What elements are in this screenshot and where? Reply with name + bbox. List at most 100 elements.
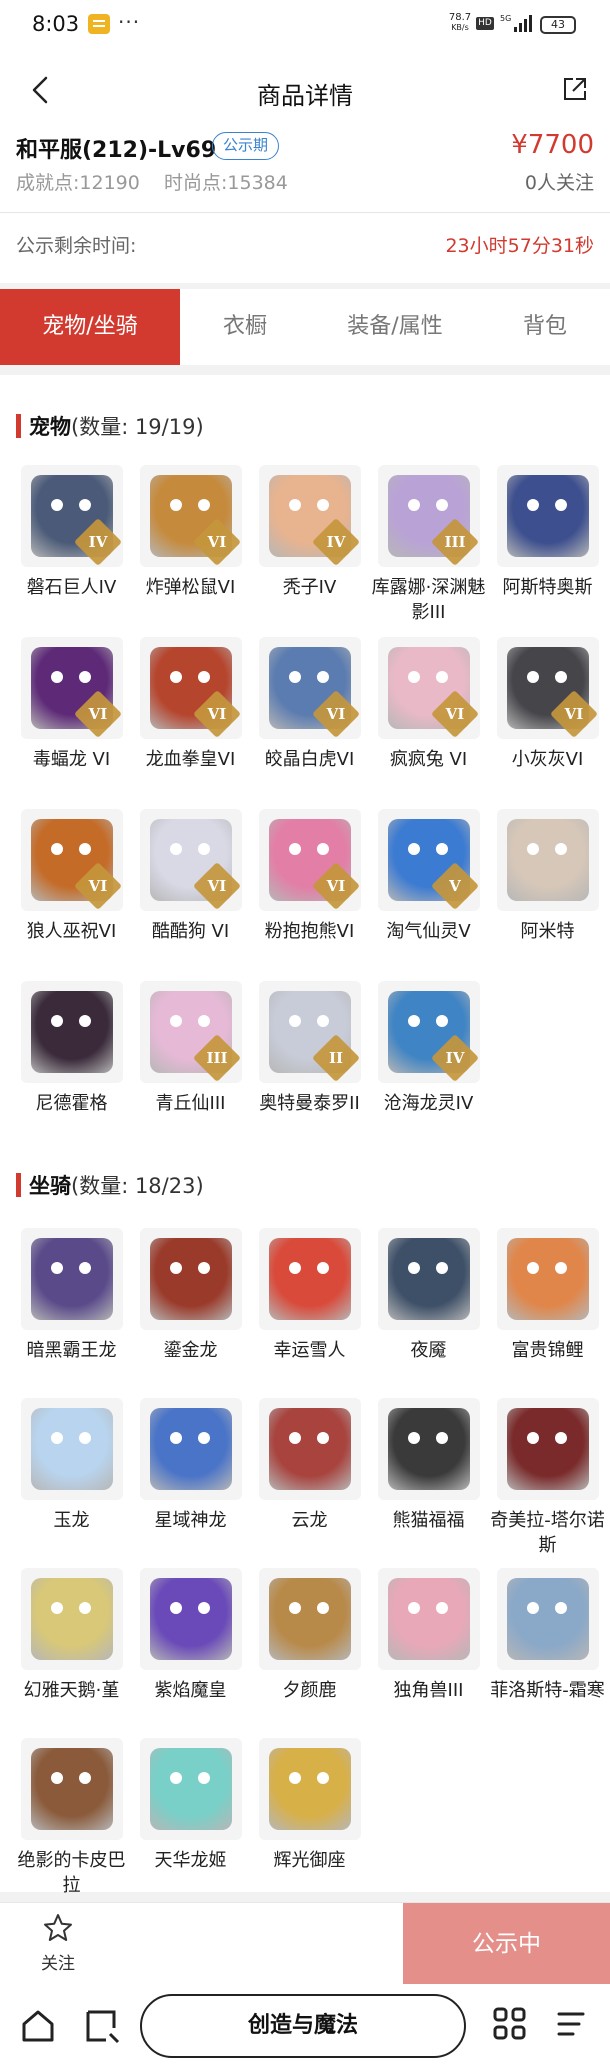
tab-pets-mounts[interactable]: 宠物/坐骑 bbox=[0, 289, 180, 365]
share-icon[interactable] bbox=[562, 76, 588, 102]
eye-highlight bbox=[169, 499, 182, 511]
pet-name: 阿米特 bbox=[520, 921, 575, 942]
eye-highlight bbox=[78, 671, 91, 683]
pet-image: IV bbox=[377, 981, 480, 1083]
network-type: 5G bbox=[500, 14, 511, 23]
eye-highlight bbox=[169, 1015, 182, 1027]
eye-highlight bbox=[78, 499, 91, 511]
pet-card[interactable]: 阿斯特奥斯 bbox=[488, 465, 607, 600]
pet-name: 淘气仙灵V bbox=[386, 921, 471, 942]
apps-grid-icon[interactable] bbox=[492, 2006, 528, 2042]
mount-card[interactable]: 独角兽III bbox=[369, 1568, 488, 1703]
tier-label: III bbox=[443, 533, 466, 551]
pet-image: VI bbox=[139, 637, 242, 739]
pet-card[interactable]: VI 酷酷狗 VI bbox=[131, 809, 250, 944]
pet-card[interactable]: IV 秃子IV bbox=[250, 465, 369, 600]
tab-wardrobe[interactable]: 衣橱 bbox=[180, 289, 310, 365]
pet-card[interactable]: VI 狼人巫祝VI bbox=[12, 809, 131, 944]
eye-highlight bbox=[197, 499, 210, 511]
pet-card[interactable]: VI 粉抱抱熊VI bbox=[250, 809, 369, 944]
net-speed-unit: KB/s bbox=[451, 23, 469, 32]
eye-highlight bbox=[316, 671, 329, 683]
mount-card[interactable]: 云龙 bbox=[250, 1398, 369, 1533]
mount-card[interactable]: 玉龙 bbox=[12, 1398, 131, 1533]
mounts-count: (数量: 18/23) bbox=[71, 1174, 204, 1198]
creature-art bbox=[268, 1238, 351, 1320]
mount-name: 富贵锦鲤 bbox=[511, 1340, 584, 1361]
tier-badge: VI bbox=[192, 689, 241, 739]
mounts-section: 坐骑(数量: 18/23) 暗黑霸王龙 鎏金龙 幸运雪人 夜魇 富贵锦鲤玉龙 星域神龙 云龙… bbox=[0, 1140, 610, 1896]
screenshot-icon[interactable] bbox=[84, 2006, 122, 2046]
pet-image: II bbox=[258, 981, 361, 1083]
pet-card[interactable]: II 奥特曼泰罗II bbox=[250, 981, 369, 1116]
pet-card[interactable]: VI 毒蝠龙 VI bbox=[12, 637, 131, 772]
tier-label: VI bbox=[207, 533, 226, 551]
menu-icon[interactable] bbox=[555, 2008, 587, 2040]
eye-highlight bbox=[169, 1262, 182, 1274]
eye-highlight bbox=[78, 1262, 91, 1274]
status-time: 8:03 bbox=[32, 12, 80, 36]
eye-highlight bbox=[435, 843, 448, 855]
pet-card[interactable]: V 淘气仙灵V bbox=[369, 809, 488, 944]
mount-name: 紫焰魔皇 bbox=[154, 1680, 227, 1701]
mount-card[interactable]: 鎏金龙 bbox=[131, 1228, 250, 1363]
mount-card[interactable]: 幻雅天鹅·堇 bbox=[12, 1568, 131, 1703]
eye-highlight bbox=[197, 1262, 210, 1274]
countdown-label: 公示剩余时间: bbox=[16, 235, 137, 257]
pet-name: 龙血拳皇VI bbox=[145, 749, 236, 770]
mount-card[interactable]: 富贵锦鲤 bbox=[488, 1228, 607, 1363]
mount-card[interactable]: 菲洛斯特-霜寒 bbox=[488, 1568, 607, 1703]
pet-card[interactable]: 尼德霍格 bbox=[12, 981, 131, 1116]
mount-card[interactable]: 熊猫福福 bbox=[369, 1398, 488, 1533]
mount-card[interactable]: 奇美拉-塔尔诺斯 bbox=[488, 1398, 607, 1558]
eye-highlight bbox=[197, 671, 210, 683]
mount-image bbox=[258, 1568, 361, 1670]
pet-card[interactable]: VI 皎晶白虎VI bbox=[250, 637, 369, 772]
pet-name: 秃子IV bbox=[282, 577, 337, 598]
pet-card[interactable]: VI 龙血拳皇VI bbox=[131, 637, 250, 772]
eye-highlight bbox=[526, 499, 539, 511]
eye-highlight bbox=[554, 843, 567, 855]
pet-card[interactable]: VI 炸弹松鼠VI bbox=[131, 465, 250, 600]
mount-card[interactable]: 天华龙姬 bbox=[131, 1738, 250, 1873]
home-icon[interactable] bbox=[18, 2006, 58, 2046]
eye-highlight bbox=[435, 1432, 448, 1444]
pet-card[interactable]: VI 疯疯兔 VI bbox=[369, 637, 488, 772]
mount-image bbox=[139, 1568, 242, 1670]
follow-button[interactable]: 关注 bbox=[0, 1903, 116, 1985]
tab-backpack[interactable]: 背包 bbox=[480, 289, 610, 365]
net-speed: 78.7 KB/s bbox=[446, 13, 474, 33]
creature-art bbox=[506, 1408, 589, 1490]
mount-card[interactable]: 紫焰魔皇 bbox=[131, 1568, 250, 1703]
tab-equipment[interactable]: 装备/属性 bbox=[310, 289, 480, 365]
eye-highlight bbox=[407, 1262, 420, 1274]
mount-card[interactable]: 夜魇 bbox=[369, 1228, 488, 1363]
eye-highlight bbox=[288, 1772, 301, 1784]
mount-card[interactable]: 绝影的卡皮巴拉 bbox=[12, 1738, 131, 1898]
battery-icon: 43 bbox=[540, 16, 576, 34]
mount-image bbox=[496, 1398, 599, 1500]
pet-card[interactable]: VI 小灰灰VI bbox=[488, 637, 607, 772]
product-price: ¥7700 bbox=[511, 130, 594, 160]
mount-card[interactable]: 星域神龙 bbox=[131, 1398, 250, 1533]
status-badge: 公示期 bbox=[212, 132, 280, 160]
pet-card[interactable]: IV 磐石巨人IV bbox=[12, 465, 131, 600]
app-switcher-pill[interactable]: 创造与魔法 bbox=[140, 1994, 466, 2058]
pet-image: III bbox=[377, 465, 480, 567]
pet-card[interactable]: III 库露娜·深渊魅影III bbox=[369, 465, 488, 625]
pet-card[interactable]: 阿米特 bbox=[488, 809, 607, 944]
tier-badge: VI bbox=[192, 861, 241, 911]
mount-card[interactable]: 幸运雪人 bbox=[250, 1228, 369, 1363]
mounts-title-text: 坐骑 bbox=[29, 1174, 71, 1198]
creature-art bbox=[268, 1578, 351, 1660]
mount-card[interactable]: 辉光御座 bbox=[250, 1738, 369, 1873]
tier-badge: IV bbox=[311, 517, 360, 567]
public-status-button[interactable]: 公示中 bbox=[403, 1903, 610, 1985]
mount-card[interactable]: 夕颜鹿 bbox=[250, 1568, 369, 1703]
creature-art bbox=[30, 1408, 113, 1490]
pet-card[interactable]: IV 沧海龙灵IV bbox=[369, 981, 488, 1116]
mount-card[interactable]: 暗黑霸王龙 bbox=[12, 1228, 131, 1363]
eye-highlight bbox=[526, 1432, 539, 1444]
pet-card[interactable]: III 青丘仙III bbox=[131, 981, 250, 1116]
creature-art bbox=[506, 1578, 589, 1660]
